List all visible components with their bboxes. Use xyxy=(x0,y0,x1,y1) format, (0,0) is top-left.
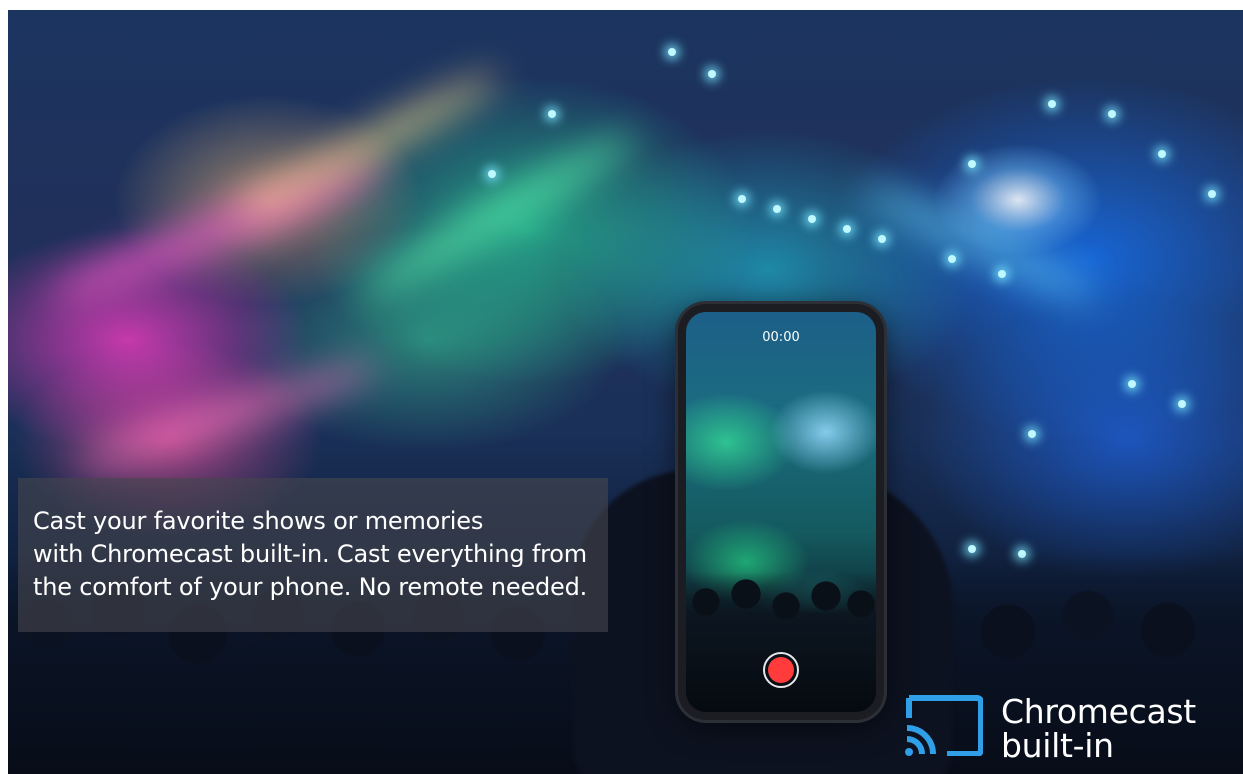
caption-line: the comfort of your phone. No remote nee… xyxy=(33,573,588,601)
caption-line: with Chromecast built-in. Cast everythin… xyxy=(33,540,587,568)
brand-tagline: built-in xyxy=(1001,726,1114,765)
screen-crowd xyxy=(686,572,876,712)
light-beam xyxy=(854,176,1102,310)
record-icon xyxy=(768,657,794,683)
light-beam xyxy=(71,351,385,479)
record-button[interactable] xyxy=(763,652,799,688)
product-image: Cast your favorite shows or memories wit… xyxy=(8,10,1243,774)
light-beam xyxy=(228,61,508,229)
cast-icon xyxy=(905,695,983,756)
caption-box: Cast your favorite shows or memories wit… xyxy=(18,478,608,632)
smartphone: 00:00 xyxy=(678,304,884,720)
phone-screen: 00:00 xyxy=(686,312,876,712)
brand-name: Chromecast xyxy=(1001,692,1196,731)
caption-line: Cast your favorite shows or memories xyxy=(33,507,484,535)
recording-timer: 00:00 xyxy=(762,330,800,345)
light-beam xyxy=(351,122,645,308)
